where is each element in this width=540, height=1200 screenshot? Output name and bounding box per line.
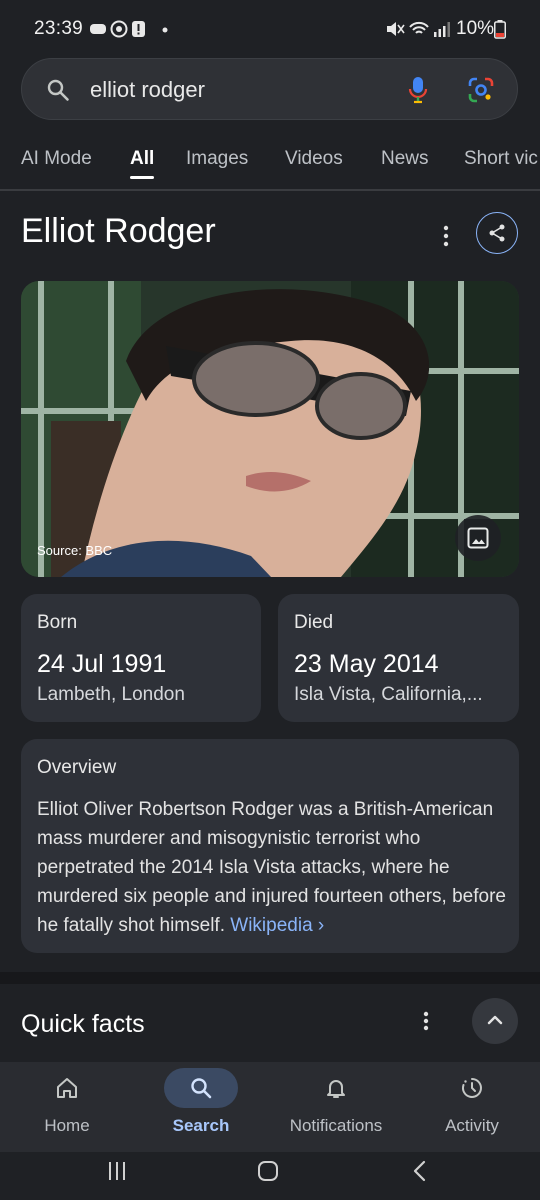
battery-icon	[494, 20, 506, 39]
share-icon	[489, 224, 505, 242]
back-icon[interactable]	[410, 1160, 430, 1182]
nav-home-label: Home	[44, 1116, 90, 1135]
image-icon	[467, 527, 489, 549]
tab-videos[interactable]: Videos	[285, 148, 343, 170]
home-icon	[57, 1078, 77, 1098]
nav-notifications-label: Notifications	[289, 1116, 383, 1135]
home-button-icon[interactable]	[257, 1160, 279, 1182]
tabs-divider	[0, 189, 540, 191]
born-place: Lambeth, London	[37, 684, 185, 705]
bottom-navigation: Home Search Notifications Activity	[0, 1062, 540, 1152]
share-button[interactable]	[476, 212, 518, 254]
nav-search-label: Search	[172, 1116, 230, 1135]
overview-card: Overview Elliot Oliver Robertson Rodger …	[21, 739, 519, 953]
chevron-up-icon	[487, 1015, 503, 1025]
battery-percentage: 10%	[456, 18, 495, 39]
overview-label: Overview	[37, 757, 117, 778]
google-lens-icon[interactable]	[468, 77, 494, 103]
tab-news[interactable]: News	[381, 148, 429, 170]
nav-home[interactable]: Home	[7, 1062, 127, 1152]
search-tabs: AI Mode All Images Videos News Short vic	[0, 132, 540, 190]
wikipedia-link[interactable]: Wikipedia ›	[230, 915, 324, 936]
nav-notifications[interactable]: Notifications	[276, 1062, 396, 1152]
died-label: Died	[294, 612, 334, 633]
entity-image[interactable]: Source: BBC	[21, 281, 519, 577]
status-bar: 23:39 10%	[0, 0, 540, 58]
nav-activity[interactable]: Activity	[412, 1062, 532, 1152]
activity-icon	[462, 1078, 482, 1098]
image-source: Source: BBC	[37, 543, 113, 558]
died-card[interactable]: Died 23 May 2014 Isla Vista, California,…	[278, 594, 519, 722]
died-place: Isla Vista, California,...	[294, 684, 483, 705]
active-tab-indicator	[130, 176, 154, 179]
born-date: 24 Jul 1991	[37, 650, 167, 678]
collapse-button[interactable]	[472, 998, 518, 1044]
recent-apps-icon[interactable]	[106, 1160, 128, 1182]
tab-all[interactable]: All	[130, 148, 154, 170]
overview-text: Elliot Oliver Robertson Rodger was a Bri…	[37, 795, 507, 940]
more-options-icon[interactable]	[436, 220, 456, 248]
notification-icons	[90, 20, 168, 38]
search-icon	[191, 1078, 212, 1099]
quick-facts-more-icon[interactable]	[416, 1008, 436, 1036]
nav-activity-label: Activity	[445, 1116, 499, 1135]
born-card[interactable]: Born 24 Jul 1991 Lambeth, London	[21, 594, 261, 722]
tab-images[interactable]: Images	[186, 148, 248, 170]
view-images-button[interactable]	[455, 515, 501, 561]
microphone-icon[interactable]	[408, 76, 428, 104]
section-separator	[0, 972, 540, 984]
quick-facts-title: Quick facts	[21, 1010, 145, 1038]
status-time: 23:39	[34, 18, 84, 39]
search-input[interactable]: elliot rodger	[90, 77, 205, 103]
portrait-image	[21, 281, 519, 577]
bell-icon	[327, 1080, 345, 1098]
search-icon	[47, 79, 69, 101]
nav-search[interactable]: Search	[141, 1062, 261, 1152]
system-status-icons	[387, 21, 450, 37]
tab-ai-mode[interactable]: AI Mode	[21, 148, 92, 170]
tab-short-videos[interactable]: Short vic	[464, 148, 538, 170]
search-bar[interactable]: elliot rodger	[21, 58, 518, 120]
system-navigation-bar	[0, 1152, 540, 1200]
died-date: 23 May 2014	[294, 650, 439, 678]
born-label: Born	[37, 612, 78, 633]
page-title: Elliot Rodger	[21, 212, 216, 250]
